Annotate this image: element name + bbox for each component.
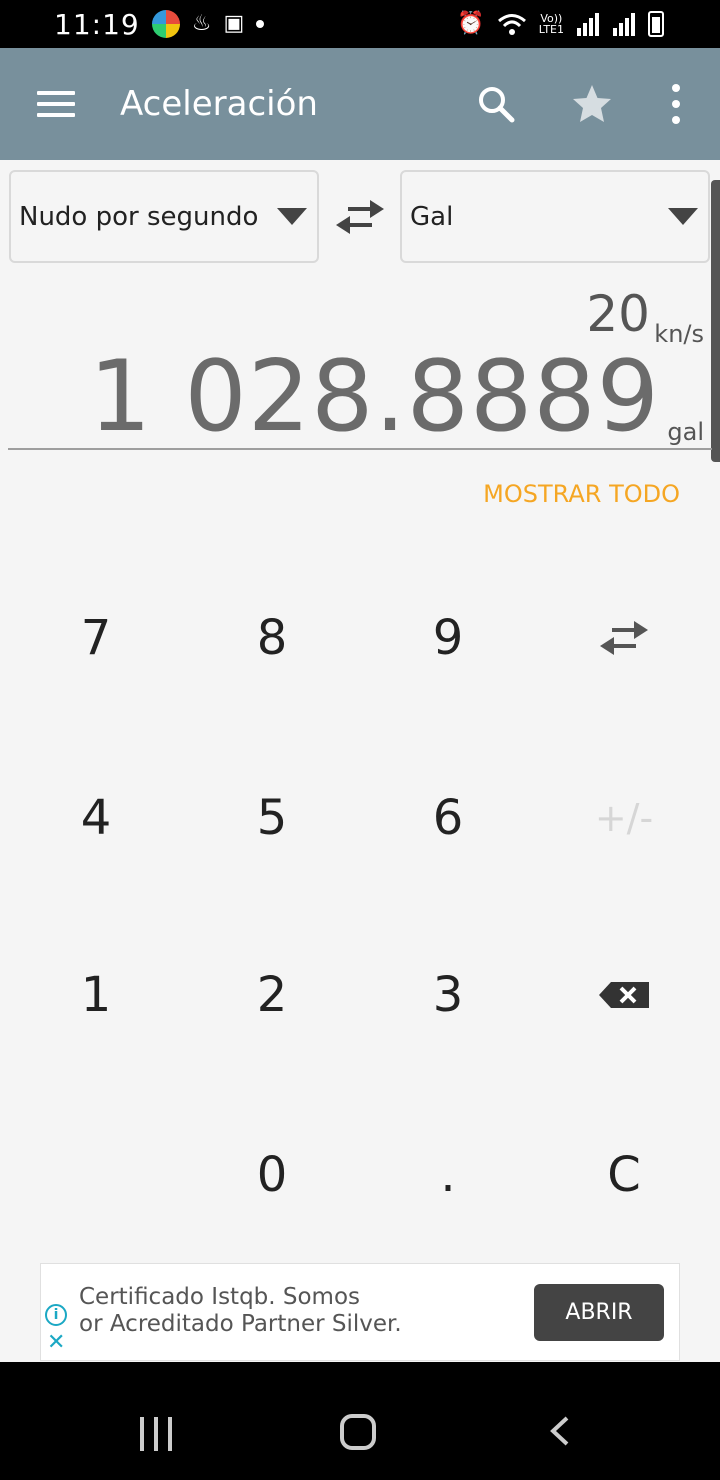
swap-icon (600, 621, 648, 655)
ad-open-button[interactable]: ABRIR (534, 1284, 664, 1341)
to-unit-label: Gal (410, 201, 454, 232)
backspace-icon (599, 982, 649, 1008)
volte-icon: Vo)) LTE1 (539, 13, 564, 35)
navigation-bar (0, 1362, 720, 1480)
key-0[interactable]: 0 (212, 1125, 332, 1225)
divider (8, 448, 712, 450)
wifi-icon (497, 14, 526, 35)
key-8[interactable]: 8 (212, 588, 332, 688)
result-unit: gal (667, 418, 704, 446)
alarm-icon: ⏰ (457, 11, 485, 36)
menu-icon[interactable] (37, 91, 75, 117)
result-value: 1 028.8889 (88, 340, 660, 454)
input-value[interactable]: 20 (586, 285, 650, 343)
star-icon[interactable] (570, 82, 614, 126)
ad-text-line2: or Acreditado Partner Silver. (79, 1311, 402, 1337)
key-4[interactable]: 4 (36, 768, 156, 868)
status-time: 11:19 (54, 7, 140, 41)
back-icon[interactable] (545, 1416, 575, 1446)
status-bar: 11:19 ♨ ▣ ⏰ Vo)) LTE1 (0, 0, 720, 48)
key-9[interactable]: 9 (388, 588, 508, 688)
to-unit-select[interactable]: Gal (400, 170, 710, 263)
swap-key[interactable] (564, 588, 684, 688)
app-bar: Aceleración (0, 48, 720, 160)
from-unit-select[interactable]: Nudo por segundo (9, 170, 319, 263)
search-icon[interactable] (476, 84, 516, 124)
from-unit-label: Nudo por segundo (19, 201, 259, 232)
ad-banner[interactable]: i ✕ Certificado Istqb. Somos or Acredita… (40, 1263, 680, 1361)
ad-text: Certificado Istqb. Somos or Acreditado P… (79, 1284, 439, 1338)
key-6[interactable]: 6 (388, 768, 508, 868)
swap-units-icon[interactable] (334, 195, 386, 239)
key-decimal[interactable]: . (388, 1125, 508, 1225)
app-icon (151, 10, 180, 38)
ad-info-icon[interactable]: i (45, 1304, 67, 1326)
show-all-button[interactable]: MOSTRAR TODO (483, 480, 680, 508)
signal-icon (577, 13, 599, 36)
home-icon[interactable] (340, 1414, 376, 1450)
key-5[interactable]: 5 (212, 768, 332, 868)
dot-icon (256, 20, 265, 28)
recent-apps-icon[interactable] (140, 1417, 172, 1451)
network-text-bottom: LTE1 (538, 23, 564, 36)
more-options-icon[interactable] (668, 84, 684, 124)
clear-key[interactable]: C (564, 1125, 684, 1225)
key-1[interactable]: 1 (36, 945, 156, 1045)
key-2[interactable]: 2 (212, 945, 332, 1045)
battery-icon (648, 11, 664, 37)
key-7[interactable]: 7 (36, 588, 156, 688)
key-3[interactable]: 3 (388, 945, 508, 1045)
backspace-key[interactable] (564, 945, 684, 1045)
notification-icon: ♨ (191, 11, 212, 36)
chevron-down-icon (668, 208, 698, 225)
scrollbar[interactable] (711, 180, 720, 462)
close-icon[interactable]: ✕ (47, 1332, 65, 1354)
plus-minus-key[interactable]: +/- (564, 768, 684, 868)
image-icon: ▣ (223, 11, 245, 36)
page-title: Aceleración (120, 84, 318, 124)
ad-text-line1: Certificado Istqb. Somos (79, 1284, 361, 1310)
signal-icon (613, 13, 635, 36)
status-left: 11:19 ♨ ▣ (54, 7, 265, 41)
input-unit: kn/s (654, 320, 704, 348)
chevron-down-icon (277, 208, 307, 225)
status-right: ⏰ Vo)) LTE1 (457, 11, 664, 37)
